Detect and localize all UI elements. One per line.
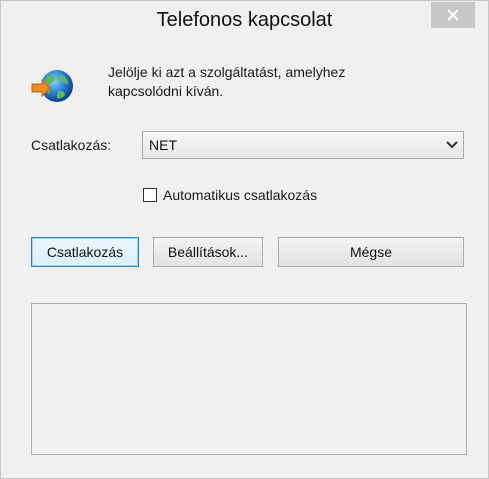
chevron-down-icon (441, 141, 463, 149)
connection-label: Csatlakozás: (31, 137, 112, 153)
instruction-line-2: kapcsolódni kíván. (108, 83, 224, 99)
dialog-window: Telefonos kapcsolat Jelölje ki azt a szo… (0, 0, 489, 479)
status-panel (31, 303, 467, 455)
connection-select[interactable]: NET (142, 131, 464, 159)
close-icon (447, 9, 459, 21)
auto-connect-checkbox[interactable] (143, 188, 157, 202)
network-globe-icon (31, 70, 73, 102)
cancel-button[interactable]: Mégse (278, 237, 464, 267)
title-bar: Telefonos kapcsolat (1, 1, 488, 37)
connection-select-value: NET (149, 137, 177, 153)
window-title: Telefonos kapcsolat (156, 9, 333, 31)
settings-button[interactable]: Beállítások... (153, 237, 263, 267)
instruction-line-1: Jelölje ki azt a szolgáltatást, amelyhez (108, 64, 346, 80)
connect-button[interactable]: Csatlakozás (31, 237, 139, 267)
instruction-text: Jelölje ki azt a szolgáltatást, amelyhez… (108, 63, 408, 101)
close-button[interactable] (431, 2, 475, 28)
auto-connect-label[interactable]: Automatikus csatlakozás (163, 187, 317, 203)
auto-connect-row[interactable]: Automatikus csatlakozás (143, 187, 317, 203)
